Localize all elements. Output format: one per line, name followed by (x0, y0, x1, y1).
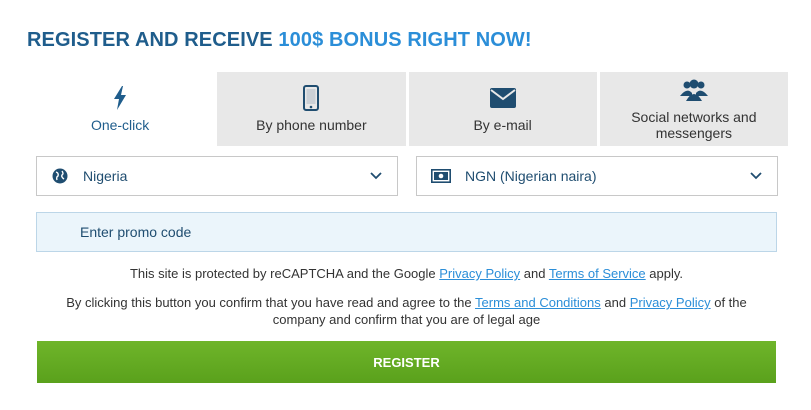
registration-tabs: One-click By phone number By e-mail Soci… (26, 72, 788, 146)
headline-accent: 100$ BONUS RIGHT NOW! (278, 29, 532, 51)
consent-text: and (600, 295, 630, 310)
register-button[interactable]: REGISTER (37, 341, 776, 383)
consent-notice: By clicking this button you confirm that… (36, 294, 777, 328)
lightning-icon (113, 85, 127, 111)
tab-by-phone[interactable]: By phone number (217, 72, 406, 146)
tab-label: Social networks and messengers (631, 109, 757, 141)
country-value: Nigeria (83, 168, 128, 184)
chevron-down-icon (749, 169, 763, 183)
users-group-icon (679, 77, 708, 103)
terms-of-service-link[interactable]: Terms of Service (549, 266, 646, 281)
consent-text: By clicking this button you confirm that… (66, 295, 476, 310)
page-title: REGISTER AND RECEIVE 100$ BONUS RIGHT NO… (27, 29, 532, 52)
privacy-policy-link[interactable]: Privacy Policy (630, 295, 711, 310)
privacy-policy-link[interactable]: Privacy Policy (439, 266, 520, 281)
chevron-down-icon (369, 169, 383, 183)
globe-icon (51, 167, 69, 185)
terms-and-conditions-link[interactable]: Terms and Conditions (475, 295, 601, 310)
registration-panel: REGISTER AND RECEIVE 100$ BONUS RIGHT NO… (0, 0, 811, 410)
currency-select[interactable]: NGN (Nigerian naira) (416, 156, 778, 196)
recaptcha-text: and (520, 266, 549, 281)
envelope-icon (489, 85, 516, 111)
country-select[interactable]: Nigeria (36, 156, 398, 196)
tab-label: One-click (90, 117, 150, 133)
headline-main: REGISTER AND RECEIVE (27, 29, 279, 51)
tab-label: By e-mail (473, 117, 532, 133)
tab-label: By phone number (256, 117, 367, 133)
smartphone-icon (303, 85, 320, 111)
currency-value: NGN (Nigerian naira) (465, 168, 597, 184)
recaptcha-text: This site is protected by reCAPTCHA and … (129, 266, 440, 281)
promo-code-input[interactable] (36, 212, 777, 252)
recaptcha-text: apply. (645, 266, 684, 281)
tab-by-email[interactable]: By e-mail (408, 72, 597, 146)
banknote-icon (431, 167, 451, 185)
tab-social-networks[interactable]: Social networks and messengers (599, 72, 788, 146)
tab-one-click[interactable]: One-click (26, 72, 215, 146)
recaptcha-notice: This site is protected by reCAPTCHA and … (36, 265, 777, 282)
